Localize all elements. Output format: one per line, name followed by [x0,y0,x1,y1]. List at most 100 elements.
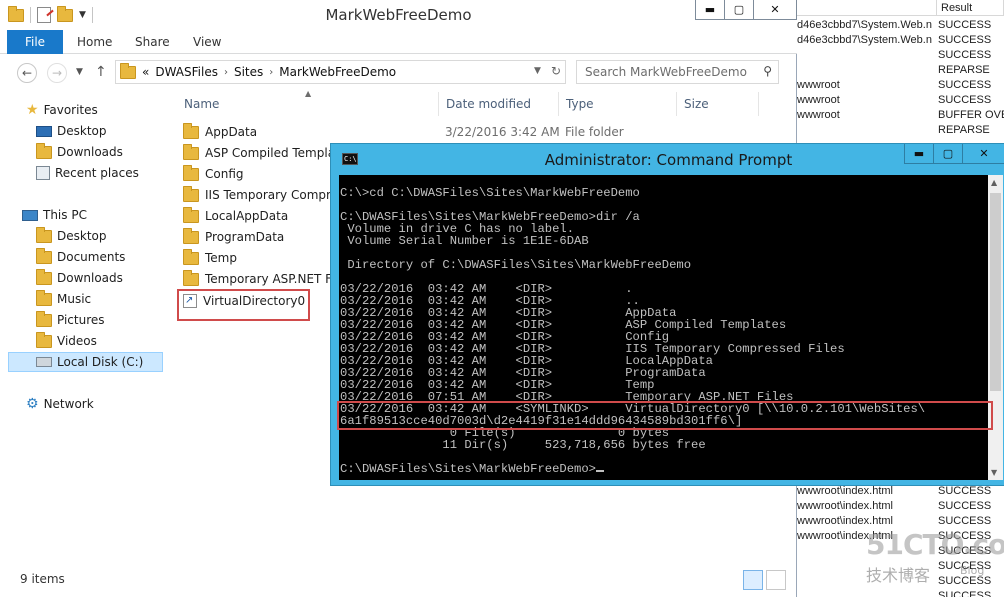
log-result: SUCCESS [938,49,992,61]
file-row[interactable]: AppData 3/22/2016 3:42 AM File folder [183,122,624,142]
breadcrumb-sites[interactable]: Sites [234,65,263,79]
search-input[interactable]: Search MarkWebFreeDemo ⚲ [576,60,779,84]
search-placeholder: Search MarkWebFreeDemo [585,65,747,79]
breadcrumb-separator-icon[interactable]: › [269,67,273,78]
maximize-button[interactable]: ▢ [724,0,754,20]
close-button[interactable]: ✕ [753,0,797,20]
cmd-title-bar: C:\ Administrator: Command Prompt ▬ ▢ ✕ [331,144,1004,174]
search-icon[interactable]: ⚲ [763,64,772,78]
file-date: 3/22/2016 3:42 AM [445,125,560,139]
file-row[interactable]: Temp [183,248,237,268]
folder-icon [183,122,199,139]
folder-icon [36,226,52,243]
pictures-folder-icon [36,310,52,327]
nav-pc-desktop[interactable]: Desktop [36,226,107,246]
column-type[interactable]: Type [559,92,677,116]
file-name: AppData [205,125,258,139]
file-name: ProgramData [205,230,285,244]
log-path: d46e3cbbd7\System.Web.n [797,34,932,46]
nav-favorites-desktop[interactable]: Desktop [36,121,107,141]
column-size[interactable]: Size [677,92,759,116]
nav-pc-downloads[interactable]: Downloads [36,268,123,288]
desktop-icon [36,125,52,137]
log-result: BUFFER OVE [938,109,1004,121]
column-date-modified[interactable]: Date modified [439,92,559,116]
nav-network-label: Network [43,397,94,411]
cmd-maximize-button[interactable]: ▢ [933,144,963,164]
tab-file[interactable]: File [7,30,63,54]
nav-favorites-downloads[interactable]: Downloads [36,142,123,162]
scroll-down-arrow-icon[interactable]: ▼ [991,468,997,477]
log-column-result[interactable]: Result [937,0,1004,16]
nav-item-label: Pictures [57,313,105,327]
nav-network[interactable]: ⚙ Network [26,394,94,414]
nav-item-label: Downloads [57,145,123,159]
large-icons-view-button[interactable] [766,570,786,590]
tab-home[interactable]: Home [77,30,112,54]
minimize-button[interactable]: ▬ [695,0,725,20]
folder-icon [183,227,199,244]
console-output[interactable]: C:\>cd C:\DWASFiles\Sites\MarkWebFreeDem… [339,175,988,480]
cmd-minimize-button[interactable]: ▬ [904,144,934,164]
log-result: SUCCESS [938,590,992,597]
nav-pc-documents[interactable]: Documents [36,247,125,267]
console-line: C:\>cd C:\DWASFiles\Sites\MarkWebFreeDem… [340,186,640,200]
log-result: SUCCESS [938,79,992,91]
drive-icon [36,357,52,367]
nav-this-pc[interactable]: This PC [22,205,87,225]
log-column-path[interactable] [797,0,937,16]
cmd-scrollbar[interactable]: ▲ ▼ [988,175,1003,480]
details-view-button[interactable] [743,570,763,590]
refresh-icon[interactable]: ↻ [551,64,561,78]
nav-pc-videos[interactable]: Videos [36,331,97,351]
nav-item-label: Music [57,292,92,306]
nav-item-label: Local Disk (C:) [57,355,144,369]
back-button[interactable]: ← [17,63,37,83]
cmd-close-button[interactable]: ✕ [962,144,1004,164]
scroll-up-arrow-icon[interactable]: ▲ [991,178,997,187]
nav-favorites[interactable]: ★ Favorites [26,100,98,120]
nav-pc-music[interactable]: Music [36,289,91,309]
watermark-blog: Blog [960,564,985,577]
file-row[interactable]: Config [183,164,244,184]
address-bar[interactable]: « DWASFiles › Sites › MarkWebFreeDemo ▼ … [115,60,566,84]
log-path: wwwroot\index.html [797,500,893,512]
highlight-box-symlink [177,289,310,321]
console-line: Volume Serial Number is 1E1E-6DAB [340,234,589,248]
nav-item-label: Videos [57,334,97,348]
navigation-pane: ★ Favorites Desktop Downloads Recent pla… [0,90,166,560]
console-prompt-line[interactable]: C:\DWASFiles\Sites\MarkWebFreeDemo> [340,463,604,475]
downloads-folder-icon [36,142,52,159]
breadcrumb-markwebfreedemo[interactable]: MarkWebFreeDemo [279,65,396,79]
file-row[interactable]: Temporary ASP.NET Files [183,269,352,289]
tab-share[interactable]: Share [135,30,170,54]
breadcrumb-separator-icon[interactable]: › [224,67,228,78]
log-result: SUCCESS [938,34,992,46]
nav-item-label: Recent places [55,166,139,180]
file-type: File folder [565,125,624,139]
log-result: SUCCESS [938,500,992,512]
tab-view[interactable]: View [193,30,221,54]
breadcrumb-overflow[interactable]: « [142,65,149,79]
status-bar: 9 items [0,568,797,597]
nav-pc-local-disk[interactable]: Local Disk (C:) [8,352,163,372]
file-row[interactable]: ASP Compiled Templates [183,143,353,163]
file-row[interactable]: LocalAppData [183,206,288,226]
up-arrow-icon[interactable]: ↑ [95,64,107,80]
recent-locations-chevron-icon[interactable]: ▼ [76,67,83,77]
file-name: LocalAppData [205,209,289,223]
cmd-scrollbar-thumb[interactable] [990,193,1001,391]
nav-item-label: Desktop [57,124,107,138]
command-prompt-window: C:\ Administrator: Command Prompt ▬ ▢ ✕ … [330,143,1004,486]
file-row[interactable]: ProgramData [183,227,284,247]
log-path: wwwroot [797,94,840,106]
log-path: wwwroot [797,109,840,121]
nav-favorites-recent-places[interactable]: Recent places [36,163,139,183]
address-dropdown-chevron-icon[interactable]: ▼ [534,64,541,78]
breadcrumb-dwasfiles[interactable]: DWASFiles [155,65,218,79]
forward-button[interactable]: → [47,63,67,83]
nav-pc-pictures[interactable]: Pictures [36,310,105,330]
music-folder-icon [36,289,52,306]
folder-icon [183,206,199,223]
item-count: 9 items [20,572,65,586]
